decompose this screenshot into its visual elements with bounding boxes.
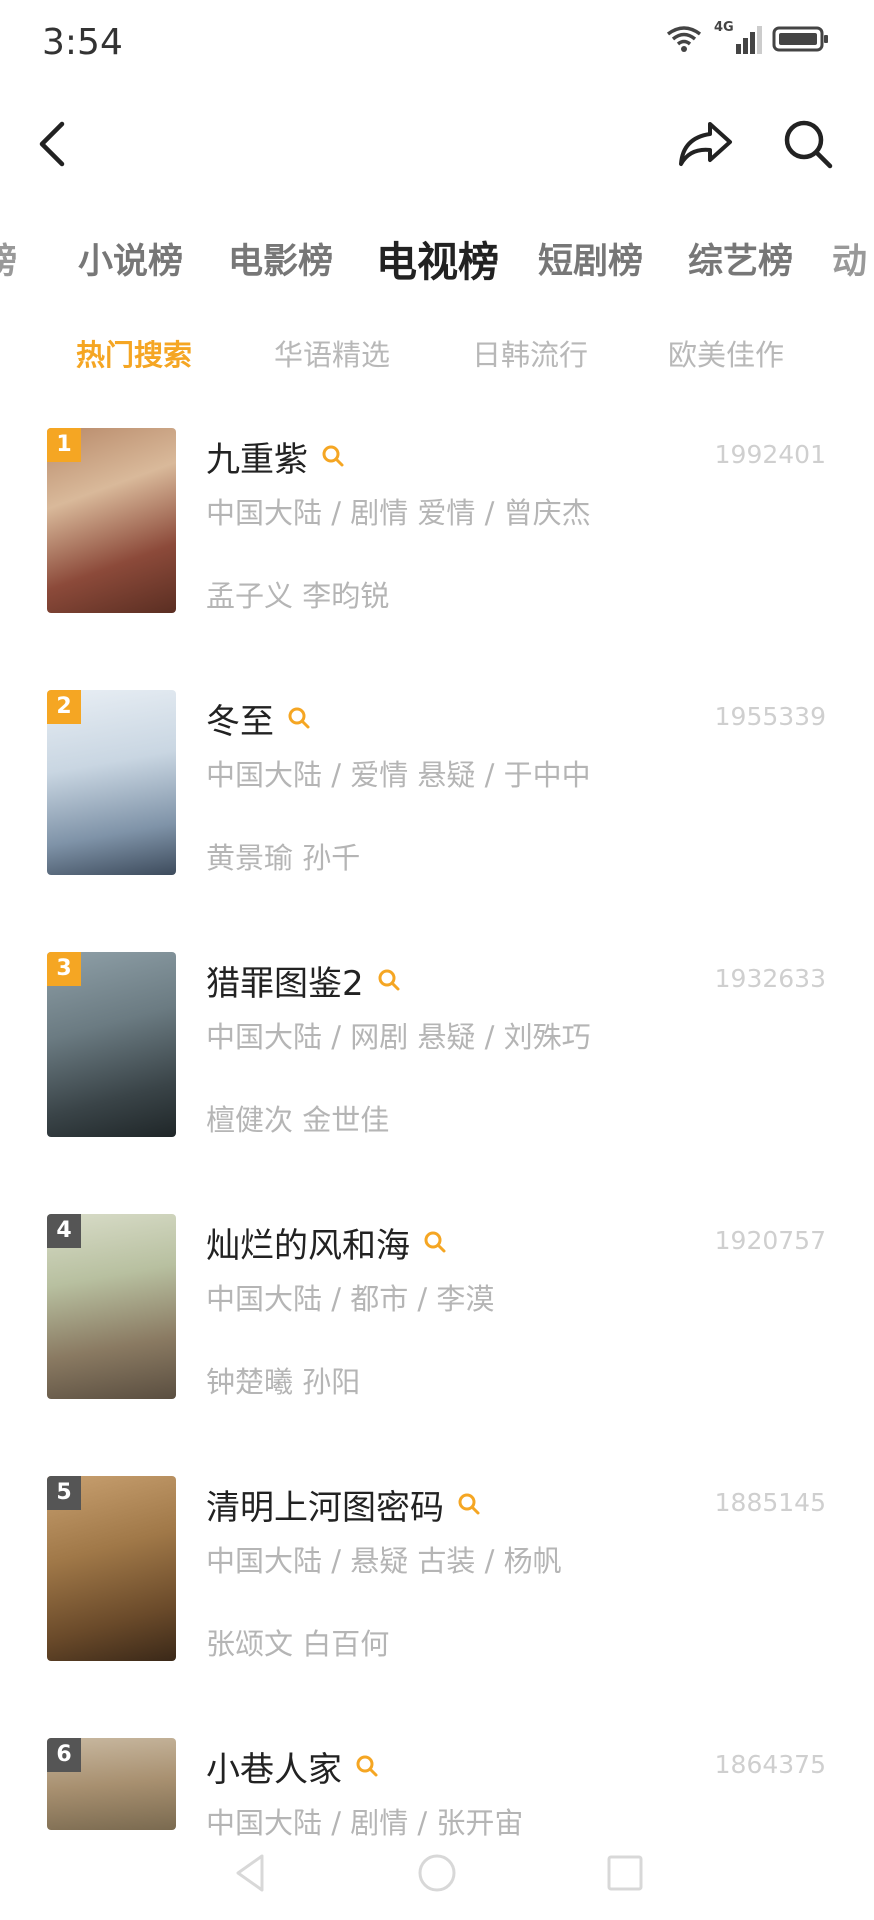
item-meta: 中国大陆 / 剧情 爱情 / 曾庆杰 [206, 496, 591, 530]
category-tabs: 榜 小说榜 电影榜 电视榜 短剧榜 综艺榜 动 [0, 232, 874, 292]
search-icon[interactable] [456, 1491, 482, 1517]
search-icon[interactable] [782, 118, 834, 170]
heat-score: 1932633 [714, 964, 826, 993]
title-row: 清明上河图密码 [206, 1480, 482, 1528]
list-item[interactable]: 3 猎罪图鉴2 1932633 中国大陆 / 网剧 悬疑 / 刘殊巧 檀健次 金… [0, 952, 874, 1142]
poster-image[interactable]: 5 [47, 1476, 176, 1661]
poster-image[interactable]: 6 [47, 1738, 176, 1830]
subtab-jpkr[interactable]: 日韩流行 [472, 330, 588, 380]
list-item[interactable]: 2 冬至 1955339 中国大陆 / 爱情 悬疑 / 于中中 黄景瑜 孙千 [0, 690, 874, 880]
tab-movie[interactable]: 电影榜 [228, 232, 333, 292]
title-row: 猎罪图鉴2 [206, 956, 402, 1004]
rank-badge: 1 [47, 428, 81, 462]
heat-score: 1992401 [714, 440, 826, 469]
search-icon[interactable] [286, 705, 312, 731]
item-cast: 钟楚曦 孙阳 [206, 1365, 361, 1399]
tab-clipped-right[interactable]: 动 [832, 232, 867, 292]
title-row: 灿烂的风和海 [206, 1218, 448, 1266]
status-time: 3:54 [42, 22, 123, 63]
poster-image[interactable]: 4 [47, 1214, 176, 1399]
signal-icon: 4G [714, 20, 762, 54]
network-label: 4G [714, 20, 734, 35]
item-meta: 中国大陆 / 剧情 / 张开宙 [206, 1806, 524, 1840]
share-icon[interactable] [676, 118, 734, 170]
item-meta: 中国大陆 / 爱情 悬疑 / 于中中 [206, 758, 591, 792]
item-title[interactable]: 清明上河图密码 [206, 1480, 444, 1529]
rank-badge: 4 [47, 1214, 81, 1248]
status-icons: 4G [664, 20, 830, 54]
item-title[interactable]: 灿烂的风和海 [206, 1218, 410, 1267]
heat-score: 1885145 [714, 1488, 826, 1517]
list-item[interactable]: 1 九重紫 1992401 中国大陆 / 剧情 爱情 / 曾庆杰 孟子义 李昀锐 [0, 428, 874, 618]
rank-badge: 5 [47, 1476, 81, 1510]
item-cast: 孟子义 李昀锐 [206, 579, 390, 613]
heat-score: 1920757 [714, 1226, 826, 1255]
item-title[interactable]: 小巷人家 [206, 1742, 342, 1791]
tab-tv[interactable]: 电视榜 [376, 232, 499, 292]
poster-image[interactable]: 3 [47, 952, 176, 1137]
item-cast: 张颂文 白百何 [206, 1627, 390, 1661]
tab-clipped-left[interactable]: 榜 [0, 232, 17, 292]
heat-score: 1955339 [714, 702, 826, 731]
item-meta: 中国大陆 / 悬疑 古装 / 杨帆 [206, 1544, 562, 1578]
poster-image[interactable]: 2 [47, 690, 176, 875]
heat-score: 1864375 [714, 1750, 826, 1779]
tab-novel[interactable]: 小说榜 [78, 232, 183, 292]
system-nav-bar [0, 1840, 874, 1906]
poster-image[interactable]: 1 [47, 428, 176, 613]
subtab-western[interactable]: 欧美佳作 [668, 330, 784, 380]
tab-short-drama[interactable]: 短剧榜 [538, 232, 643, 292]
item-meta: 中国大陆 / 都市 / 李漠 [206, 1282, 495, 1316]
search-icon[interactable] [320, 443, 346, 469]
item-cast: 檀健次 金世佳 [206, 1103, 390, 1137]
item-meta: 中国大陆 / 网剧 悬疑 / 刘殊巧 [206, 1020, 591, 1054]
tab-variety[interactable]: 综艺榜 [688, 232, 793, 292]
list-item[interactable]: 5 清明上河图密码 1885145 中国大陆 / 悬疑 古装 / 杨帆 张颂文 … [0, 1476, 874, 1666]
battery-icon [772, 26, 828, 52]
rank-badge: 3 [47, 952, 81, 986]
list-item[interactable]: 4 灿烂的风和海 1920757 中国大陆 / 都市 / 李漠 钟楚曦 孙阳 [0, 1214, 874, 1404]
rank-badge: 6 [47, 1738, 81, 1772]
wifi-icon [666, 26, 702, 52]
rank-badge: 2 [47, 690, 81, 724]
item-title[interactable]: 九重紫 [206, 432, 308, 481]
title-row: 小巷人家 [206, 1742, 380, 1790]
top-nav-bar [0, 110, 874, 180]
search-icon[interactable] [354, 1753, 380, 1779]
item-cast: 黄景瑜 孙千 [206, 841, 361, 875]
title-row: 九重紫 [206, 432, 346, 480]
item-title[interactable]: 冬至 [206, 694, 274, 743]
home-circle-icon[interactable] [412, 1848, 462, 1898]
back-icon[interactable] [30, 116, 74, 172]
status-bar: 3:54 4G [0, 0, 874, 90]
subtab-chinese[interactable]: 华语精选 [274, 330, 390, 380]
search-icon[interactable] [422, 1229, 448, 1255]
title-row: 冬至 [206, 694, 312, 742]
item-title[interactable]: 猎罪图鉴2 [206, 956, 364, 1005]
sub-tabs: 热门搜索 华语精选 日韩流行 欧美佳作 [0, 330, 874, 380]
subtab-hot-search[interactable]: 热门搜索 [76, 330, 192, 380]
recents-square-icon[interactable] [600, 1848, 650, 1898]
search-icon[interactable] [376, 967, 402, 993]
back-triangle-icon[interactable] [226, 1848, 276, 1898]
